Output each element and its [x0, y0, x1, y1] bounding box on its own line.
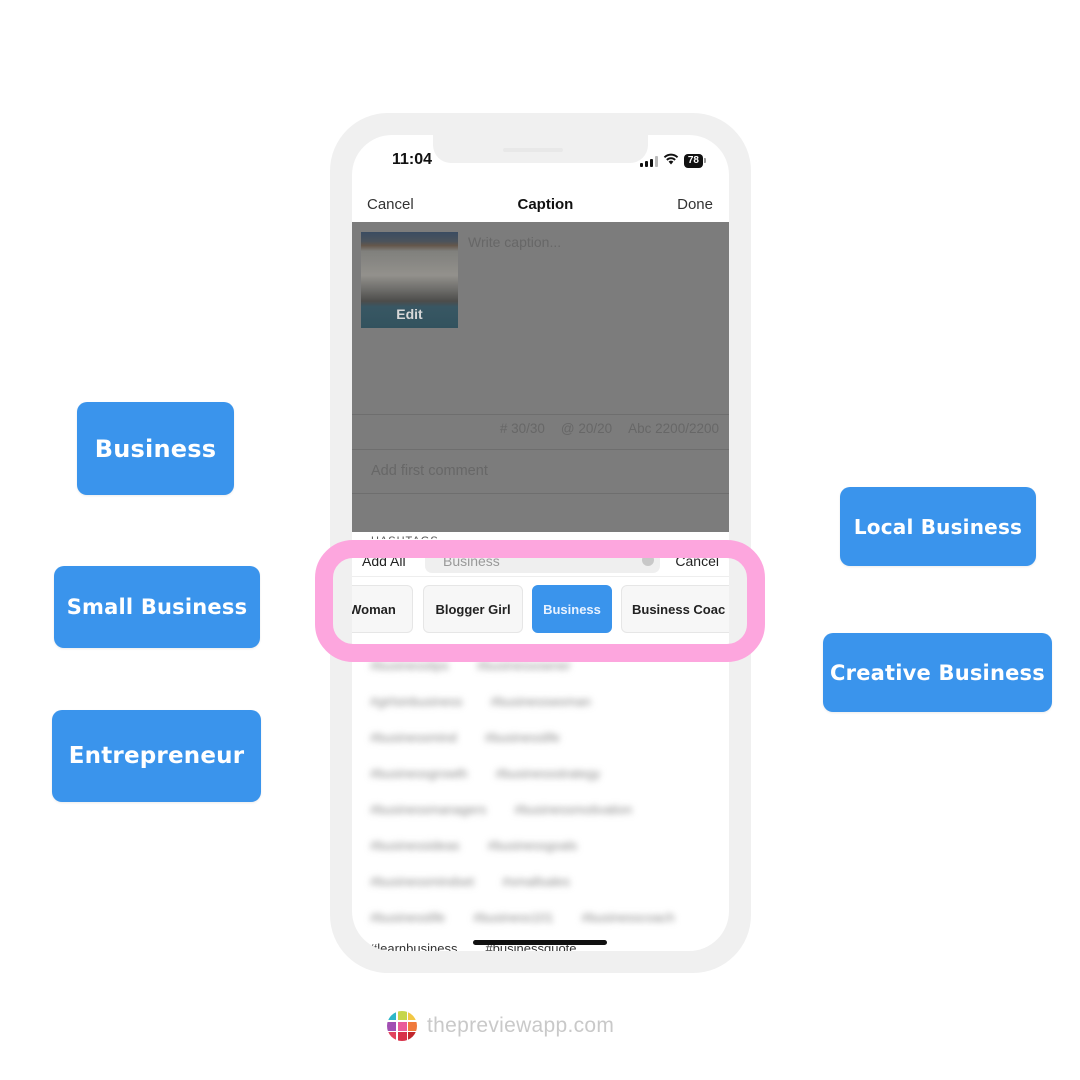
- keyword-badge-business: Business: [77, 402, 234, 495]
- keyword-badge-small-business: Small Business: [54, 566, 260, 648]
- hashtag-row: #businessmanagers #businessmotivation: [370, 791, 720, 827]
- hashtag[interactable]: #businessmanagers: [370, 802, 486, 817]
- logo-tile: [408, 1021, 417, 1031]
- hashtag[interactable]: #girlsinbusiness: [370, 694, 463, 709]
- hashtag-row: #businessgrowth #businessstrategy: [370, 755, 720, 791]
- post-thumbnail[interactable]: Edit: [361, 232, 458, 328]
- hashtag-row: #businessmindset #smallsales: [370, 863, 720, 899]
- hashtag[interactable]: #businesslife: [370, 910, 445, 925]
- keyword-badge-local-business: Local Business: [840, 487, 1036, 566]
- caption-counters: # 30/30 @ 20/20 Abc 2200/2200: [500, 421, 719, 436]
- hashtag[interactable]: #businessmind: [370, 730, 457, 745]
- wifi-icon: [663, 152, 679, 170]
- hashtag[interactable]: #businessstrategy: [496, 766, 601, 781]
- hashtag[interactable]: #businesswoman: [491, 694, 591, 709]
- character-counter: Abc 2200/2200: [628, 421, 719, 436]
- hashtag[interactable]: #business101: [473, 910, 553, 925]
- hashtag[interactable]: #businesscoach: [581, 910, 674, 925]
- home-indicator[interactable]: [473, 940, 607, 945]
- hashtag-row: #businessideas #businessgoals: [370, 827, 720, 863]
- mention-counter: @ 20/20: [560, 421, 613, 436]
- first-comment-input[interactable]: Add first comment: [371, 463, 488, 479]
- caption-nav-bar: Cancel Caption Done: [352, 187, 729, 221]
- divider: [352, 449, 729, 450]
- logo-tile: [397, 1032, 407, 1041]
- keyword-badge-entrepreneur: Entrepreneur: [52, 710, 261, 802]
- hashtag[interactable]: #businessgoals: [488, 838, 578, 853]
- hashtag[interactable]: #businessideas: [370, 838, 460, 853]
- logo-tile: [387, 1021, 396, 1031]
- cancel-button[interactable]: Cancel: [367, 196, 414, 213]
- logo-tile: [408, 1011, 417, 1020]
- caption-input[interactable]: Write caption...: [468, 234, 561, 250]
- status-icons: 78: [639, 152, 707, 170]
- hashtag-list-blurred: #businesstips #businessowner #girlsinbusi…: [370, 647, 720, 935]
- hashtag-row: #businesslife #business101 #businesscoach: [370, 899, 720, 935]
- keyword-badge-creative-business: Creative Business: [823, 633, 1052, 712]
- logo-tile: [408, 1032, 417, 1041]
- hashtag[interactable]: #smallsales: [502, 874, 570, 889]
- status-time: 11:04: [392, 151, 433, 168]
- hashtag[interactable]: #businessgrowth: [370, 766, 468, 781]
- speaker-grille: [503, 148, 563, 152]
- brand-footer: thepreviewapp.com: [387, 1011, 614, 1041]
- logo-tile: [397, 1011, 407, 1020]
- logo-tile: [397, 1021, 407, 1031]
- done-button[interactable]: Done: [677, 196, 713, 213]
- phone-notch: [433, 135, 648, 163]
- brand-logo-icon: [387, 1011, 417, 1041]
- page-title: Caption: [517, 195, 574, 213]
- hashtag[interactable]: #businessmindset: [370, 874, 474, 889]
- logo-tile: [387, 1032, 396, 1041]
- edit-thumbnail-label: Edit: [396, 306, 423, 322]
- divider: [352, 493, 729, 494]
- divider: [352, 414, 729, 415]
- hashtags-section-label: HASHTAGS: [371, 535, 439, 539]
- logo-tile: [387, 1011, 396, 1020]
- hashtag[interactable]: #businesslife: [485, 730, 560, 745]
- highlight-ring: [315, 540, 765, 662]
- hashtag[interactable]: #businessmotivation: [514, 802, 632, 817]
- hashtag-row: #girlsinbusiness #businesswoman: [370, 683, 720, 719]
- hashtag[interactable]: #learnbusiness: [370, 941, 457, 951]
- hashtag-counter: # 30/30: [499, 421, 545, 436]
- brand-url: thepreviewapp.com: [427, 1014, 615, 1037]
- hashtag-row: #businessmind #businesslife: [370, 719, 720, 755]
- dimmed-caption-editor: Edit Write caption... # 30/30 @ 20/20 Ab…: [352, 222, 729, 532]
- battery-icon: 78: [683, 154, 707, 168]
